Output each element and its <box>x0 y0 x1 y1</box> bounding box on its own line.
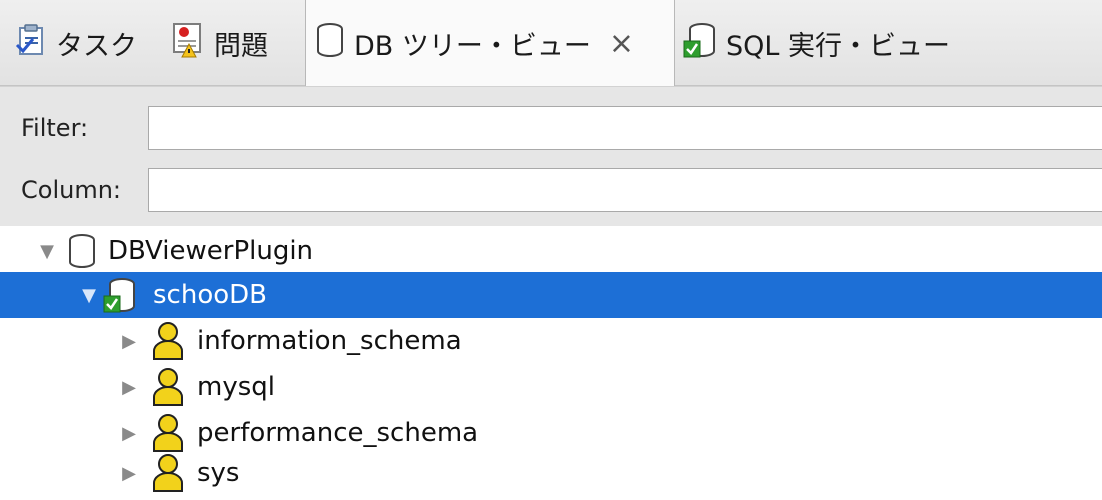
tab-label: SQL 実行・ビュー <box>726 30 951 62</box>
tree-node-schema[interactable]: ▶ mysql <box>0 364 1102 410</box>
tree-node-root[interactable]: ▼ DBViewerPlugin <box>0 228 1102 274</box>
schema-user-icon <box>150 321 186 368</box>
database-connected-icon <box>102 276 138 321</box>
expanded-arrow-icon[interactable]: ▼ <box>36 241 58 262</box>
close-icon[interactable]: ⨯ <box>609 26 634 61</box>
collapsed-arrow-icon[interactable]: ▶ <box>118 331 140 352</box>
tree-node-connection[interactable]: ▼ schooDB <box>0 272 1102 318</box>
task-list-icon <box>14 23 48 64</box>
expanded-arrow-icon[interactable]: ▼ <box>78 285 100 306</box>
tree-node-schema[interactable]: ▶ information_schema <box>0 318 1102 364</box>
tree-node-schema[interactable]: ▶ sys <box>0 450 1102 496</box>
filter-label: Filter: <box>21 114 89 142</box>
database-icon <box>66 233 98 276</box>
tree-node-label: schooDB <box>153 280 267 310</box>
filter-input[interactable] <box>148 106 1102 150</box>
tree-node-label: performance_schema <box>197 418 479 448</box>
column-row: Column: <box>0 165 1102 215</box>
tab-problems[interactable]: 問題 <box>170 0 268 86</box>
schema-user-icon <box>150 367 186 414</box>
tab-sql-execute-view[interactable]: SQL 実行・ビュー <box>682 0 950 86</box>
tab-label: DB ツリー・ビュー <box>354 31 591 62</box>
tab-label: 問題 <box>214 30 268 62</box>
db-tree: ▼ DBViewerPlugin ▼ schooDB ▶ information… <box>0 226 1102 494</box>
tree-node-label: mysql <box>197 372 275 402</box>
collapsed-arrow-icon[interactable]: ▶ <box>118 423 140 444</box>
filter-row: Filter: <box>0 103 1102 153</box>
filter-panel: Filter: Column: <box>0 86 1102 226</box>
database-connected-icon <box>682 21 718 66</box>
collapsed-arrow-icon[interactable]: ▶ <box>118 463 140 484</box>
column-input[interactable] <box>148 168 1102 212</box>
tree-node-label: information_schema <box>197 326 462 356</box>
schema-user-icon <box>150 453 186 500</box>
tab-label: タスク <box>56 30 137 62</box>
collapsed-arrow-icon[interactable]: ▶ <box>118 377 140 398</box>
tree-node-label: sys <box>197 458 240 488</box>
column-label: Column: <box>21 176 121 204</box>
tab-tasks[interactable]: タスク <box>14 0 137 86</box>
tree-node-label: DBViewerPlugin <box>108 236 314 266</box>
database-icon <box>314 22 346 65</box>
tab-db-tree-view[interactable]: DB ツリー・ビュー ⨯ <box>305 0 675 87</box>
problems-icon <box>170 22 206 65</box>
view-tab-bar: タスク 問題 DB ツリー・ビュー ⨯ SQL 実行・ビュー <box>0 0 1102 87</box>
